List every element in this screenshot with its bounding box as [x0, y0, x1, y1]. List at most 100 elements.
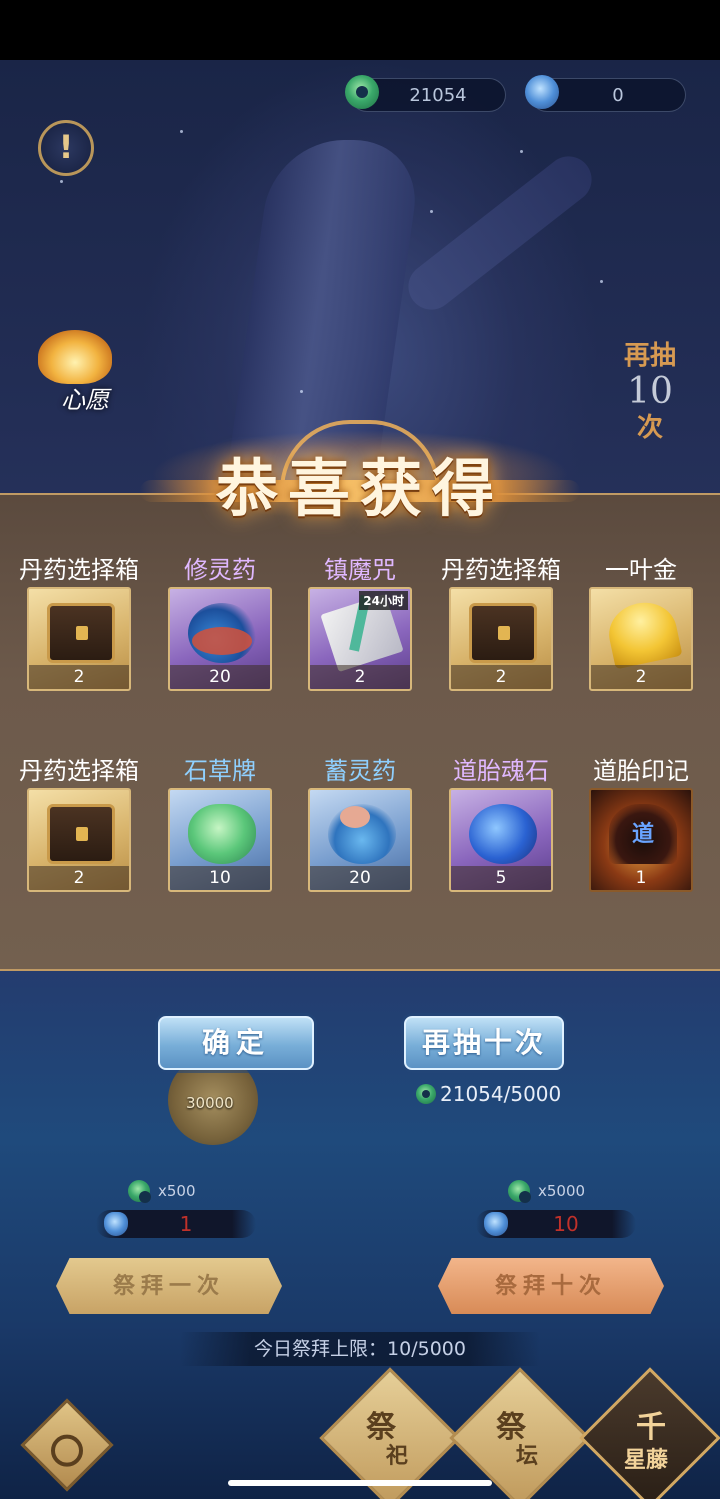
- pouch-icon: [484, 1212, 508, 1236]
- reward-item-name: 一叶金: [605, 556, 677, 584]
- pouch-icon: [525, 75, 559, 109]
- star: [60, 180, 63, 183]
- redraw-side-indicator: 再抽 10 次: [620, 340, 680, 500]
- reward-item-slot: 24小时 2: [308, 587, 412, 691]
- nav-sacrifice-small: 祀: [386, 1443, 409, 1470]
- reward-item-slot: 2: [27, 587, 131, 691]
- reward-item[interactable]: 石草牌 10: [150, 754, 290, 954]
- status-bar: [0, 0, 720, 60]
- dao-seal-icon: [609, 804, 677, 864]
- reward-item-name: 道胎魂石: [453, 757, 549, 785]
- star: [300, 390, 303, 393]
- nav-star-vine-small: 星藤: [624, 1447, 669, 1474]
- reward-item-name: 丹药选择箱: [19, 556, 139, 584]
- reward-item-name: 石草牌: [184, 757, 256, 785]
- nav-altar-small: 坛: [516, 1443, 539, 1470]
- reward-item-name: 丹药选择箱: [19, 757, 139, 785]
- chest-icon: [469, 603, 537, 663]
- reward-item[interactable]: 道胎印记 1: [571, 754, 711, 954]
- blue-potion-icon: [328, 804, 396, 864]
- reward-item[interactable]: 蓄灵药 20: [290, 754, 430, 954]
- pouch-cost-ten-value: 10: [553, 1212, 579, 1236]
- reward-item-name: 道胎印记: [593, 757, 689, 785]
- jade-coin-icon: [128, 1180, 151, 1203]
- confirm-button[interactable]: 确定: [158, 1016, 314, 1070]
- reward-item-slot: 10: [168, 788, 272, 892]
- worship-ten-button[interactable]: 祭拜十次: [438, 1258, 664, 1314]
- info-button[interactable]: !: [38, 120, 94, 176]
- soul-stone-icon: [469, 804, 537, 864]
- potion-icon: [188, 603, 256, 663]
- reward-item[interactable]: 镇魔咒 24小时 2: [290, 553, 430, 753]
- price-one-label: x500: [158, 1182, 196, 1200]
- reward-item-count: 2: [29, 665, 129, 689]
- reward-item-count: 1: [635, 868, 647, 888]
- jade-amount: 21054: [409, 85, 467, 106]
- reward-item-slot: 2: [589, 587, 693, 691]
- altar-coin-amount: 30000: [186, 1094, 234, 1112]
- star: [430, 210, 433, 213]
- reward-item-name: 丹药选择箱: [441, 556, 561, 584]
- redraw-side-top: 再抽: [623, 341, 676, 371]
- time-limit-badge: 24小时: [359, 591, 408, 610]
- price-ten: x5000: [508, 1180, 608, 1204]
- reward-item-slot: 2: [449, 587, 553, 691]
- jade-currency-display: 21054: [345, 75, 506, 112]
- pouch-currency-display: 0: [525, 75, 686, 112]
- reward-item-count: 20: [170, 665, 270, 689]
- star: [600, 280, 603, 283]
- reward-item-count: 2: [310, 665, 410, 689]
- reward-item[interactable]: 一叶金 2: [571, 553, 711, 753]
- pouch-cost-one-value: 1: [179, 1212, 193, 1236]
- reward-item-count: 20: [310, 866, 410, 890]
- wish-label: 心愿: [61, 386, 109, 414]
- chest-icon: [47, 603, 115, 663]
- reward-item-name: 蓄灵药: [324, 757, 396, 785]
- worship-once-button[interactable]: 祭拜一次: [56, 1258, 282, 1314]
- reward-item-slot: 20: [168, 587, 272, 691]
- chest-icon: [47, 804, 115, 864]
- nav-label: 千 星藤: [600, 1392, 700, 1492]
- home-indicator: [228, 1480, 492, 1486]
- reward-item-name: 镇魔咒: [324, 556, 396, 584]
- reward-item-count: 2: [29, 866, 129, 890]
- lotus-icon: [38, 330, 112, 384]
- reward-item-slot: 20: [308, 788, 412, 892]
- pouch-icon: [104, 1212, 128, 1236]
- star: [180, 130, 183, 133]
- reward-title-banner: 恭喜获得: [140, 420, 580, 530]
- reward-item-count: 2: [451, 665, 551, 689]
- jade-coin-icon: [508, 1180, 531, 1203]
- reward-item[interactable]: 丹药选择箱 2: [431, 553, 571, 753]
- pouch-cost-ten: 10: [476, 1210, 636, 1238]
- redraw-cost: 21054/5000: [416, 1080, 561, 1106]
- nav-label: 祭 祀: [340, 1392, 440, 1492]
- jade-coin-icon: [416, 1083, 436, 1104]
- redraw-side-count: 10: [627, 371, 673, 412]
- star: [520, 150, 523, 153]
- jade-coin-icon: [345, 75, 379, 109]
- reward-item[interactable]: 丹药选择箱 2: [9, 553, 149, 753]
- reward-item[interactable]: 道胎魂石 5: [431, 754, 571, 954]
- redraw-ten-button[interactable]: 再抽十次: [404, 1016, 564, 1070]
- reward-item[interactable]: 丹药选择箱 2: [9, 754, 149, 954]
- price-ten-label: x5000: [538, 1182, 586, 1200]
- reward-item-name: 修灵药: [184, 556, 256, 584]
- reward-item-count: 2: [591, 665, 691, 689]
- price-one: x500: [128, 1180, 228, 1204]
- nav-star-vine-big: 千: [636, 1410, 666, 1446]
- wish-button[interactable]: 心愿: [30, 330, 120, 420]
- reward-item-slot: 5: [449, 788, 553, 892]
- redraw-side-bottom: 次: [636, 413, 663, 443]
- reward-item-count: 10: [170, 866, 270, 890]
- reward-item[interactable]: 修灵药 20: [150, 553, 290, 753]
- nav-label: 祭 坛: [470, 1392, 570, 1492]
- pouch-cost-one: 1: [96, 1210, 256, 1238]
- reward-item-slot: 2: [27, 788, 131, 892]
- jade-token-icon: [188, 804, 256, 864]
- reward-item-slot: 1: [589, 788, 693, 892]
- daily-limit: 今日祭拜上限：10/5000: [180, 1332, 540, 1366]
- ginkgo-leaf-icon: [603, 596, 683, 670]
- reward-item-count: 5: [451, 866, 551, 890]
- reward-title: 恭喜获得: [215, 452, 504, 525]
